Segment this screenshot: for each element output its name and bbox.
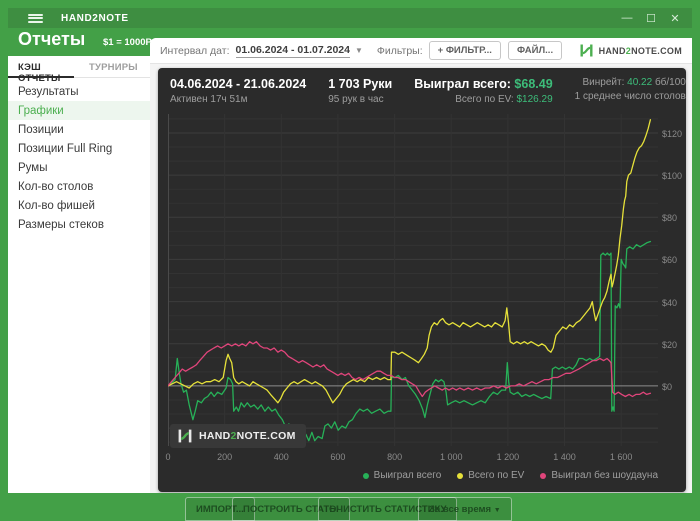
sidebar-item-chip-count[interactable]: Кол-во фишей xyxy=(8,196,150,215)
hand2note-brand: HAND2NOTE.COM xyxy=(579,43,682,58)
page-title: Отчеты xyxy=(18,29,86,49)
tab-tournaments[interactable]: ТУРНИРЫ xyxy=(79,56,150,77)
date-interval-value[interactable]: 01.06.2024 - 01.07.2024 xyxy=(235,44,350,58)
x-tick-label: 0 xyxy=(165,452,171,462)
legend-won-total[interactable]: Выиграл всего xyxy=(362,470,441,481)
yellow-dot-icon xyxy=(457,472,464,479)
legend-won-no-showdown[interactable]: Выиграл без шоудауна xyxy=(540,470,658,481)
x-tick-label: 1 000 xyxy=(439,452,463,462)
x-tick-label: 800 xyxy=(387,452,403,462)
green-dot-icon xyxy=(362,472,369,479)
active-time: Активен 17ч 51м xyxy=(170,94,248,105)
winrate: Винрейт: 40.22 бб/100 xyxy=(582,77,686,88)
chart: $0 $20 $40 $60 $80 $100 $120 0 200 400 600 800 1 00… xyxy=(158,112,686,492)
hands-count: 1 703 Руки xyxy=(328,77,393,91)
sidebar-item-graphs[interactable]: Графики xyxy=(8,101,150,120)
filters-label: Фильтры: xyxy=(376,44,423,57)
footer-bar: ИМПОРТ... ПОСТРОИТЬ СТАТЫ ОЧИСТИТЬ СТАТИ… xyxy=(8,493,692,521)
chevron-down-icon: ▼ xyxy=(354,46,363,55)
report-panel: 04.06.2024 - 21.06.2024 Активен 17ч 51м … xyxy=(158,68,686,492)
y-tick-label: $40 xyxy=(662,297,678,308)
x-tick-label: 1 200 xyxy=(496,452,520,462)
plot-area xyxy=(168,114,658,446)
report-header: 04.06.2024 - 21.06.2024 Активен 17ч 51м … xyxy=(158,68,686,105)
y-tick-label: $80 xyxy=(662,213,678,224)
tab-cash-reports[interactable]: КЭШ ОТЧЕТЫ xyxy=(8,56,79,84)
date-interval-label: Интервал дат: xyxy=(160,44,230,57)
hand2note-logo-icon xyxy=(580,44,593,57)
avg-tables: 1 среднее число столов xyxy=(574,91,686,102)
pink-dot-icon xyxy=(540,472,547,479)
main-area: Интервал дат: 01.06.2024 - 01.07.2024 ▼ … xyxy=(150,38,692,493)
series-line-0 xyxy=(168,240,652,444)
chevron-down-icon: ▼ xyxy=(493,506,501,514)
legend-ev-total[interactable]: Всего по EV xyxy=(457,470,524,481)
maximize-button[interactable]: ☐ xyxy=(644,12,658,25)
sidebar-item-stack-sizes[interactable]: Размеры стеков xyxy=(8,215,150,234)
sidebar-item-rooms[interactable]: Румы xyxy=(8,158,150,177)
title-bar: HAND2NOTE — ☐ ✕ xyxy=(8,8,692,28)
x-tick-label: 1 400 xyxy=(553,452,576,462)
y-tick-label: $0 xyxy=(662,381,673,392)
file-button[interactable]: ФАЙЛ... xyxy=(507,41,563,60)
hand2note-logo-icon xyxy=(178,429,192,443)
sidebar-item-results[interactable]: Результаты xyxy=(8,82,150,101)
menu-icon[interactable] xyxy=(28,13,43,23)
sidebar: КЭШ ОТЧЕТЫ ТУРНИРЫ Результаты Графики По… xyxy=(8,56,150,493)
sidebar-item-table-count[interactable]: Кол-во столов xyxy=(8,177,150,196)
add-filter-button[interactable]: + ФИЛЬТР... xyxy=(428,41,501,60)
x-tick-label: 1 600 xyxy=(609,452,633,462)
report-period: 04.06.2024 - 21.06.2024 xyxy=(170,77,307,91)
won-total: Выиграл всего: $68.49 xyxy=(414,77,553,91)
toolbar: Интервал дат: 01.06.2024 - 01.07.2024 ▼ … xyxy=(150,38,692,64)
sidebar-item-positions-full-ring[interactable]: Позиции Full Ring xyxy=(8,139,150,158)
x-tick-label: 600 xyxy=(330,452,346,462)
minimize-button[interactable]: — xyxy=(620,12,634,24)
close-button[interactable]: ✕ xyxy=(668,12,682,25)
y-tick-label: $20 xyxy=(662,339,678,350)
y-tick-label: $120 xyxy=(662,128,683,139)
sidebar-item-positions[interactable]: Позиции xyxy=(8,120,150,139)
y-tick-label: $100 xyxy=(662,171,683,182)
hands-per-hour: 95 рук в час xyxy=(328,94,384,105)
window-title: HAND2NOTE xyxy=(61,12,129,24)
series-line-2 xyxy=(168,341,652,398)
y-tick-label: $60 xyxy=(662,255,678,266)
x-tick-label: 400 xyxy=(273,452,289,462)
x-tick-label: 200 xyxy=(217,452,233,462)
chart-legend: Выиграл всего Всего по EV Выиграл без шо… xyxy=(362,470,658,481)
period-dropdown[interactable]: За все время ▼ xyxy=(418,497,512,521)
ev-total: Всего по EV: $126.29 xyxy=(455,94,553,105)
hand2note-watermark: HAND2NOTE.COM xyxy=(170,424,306,448)
